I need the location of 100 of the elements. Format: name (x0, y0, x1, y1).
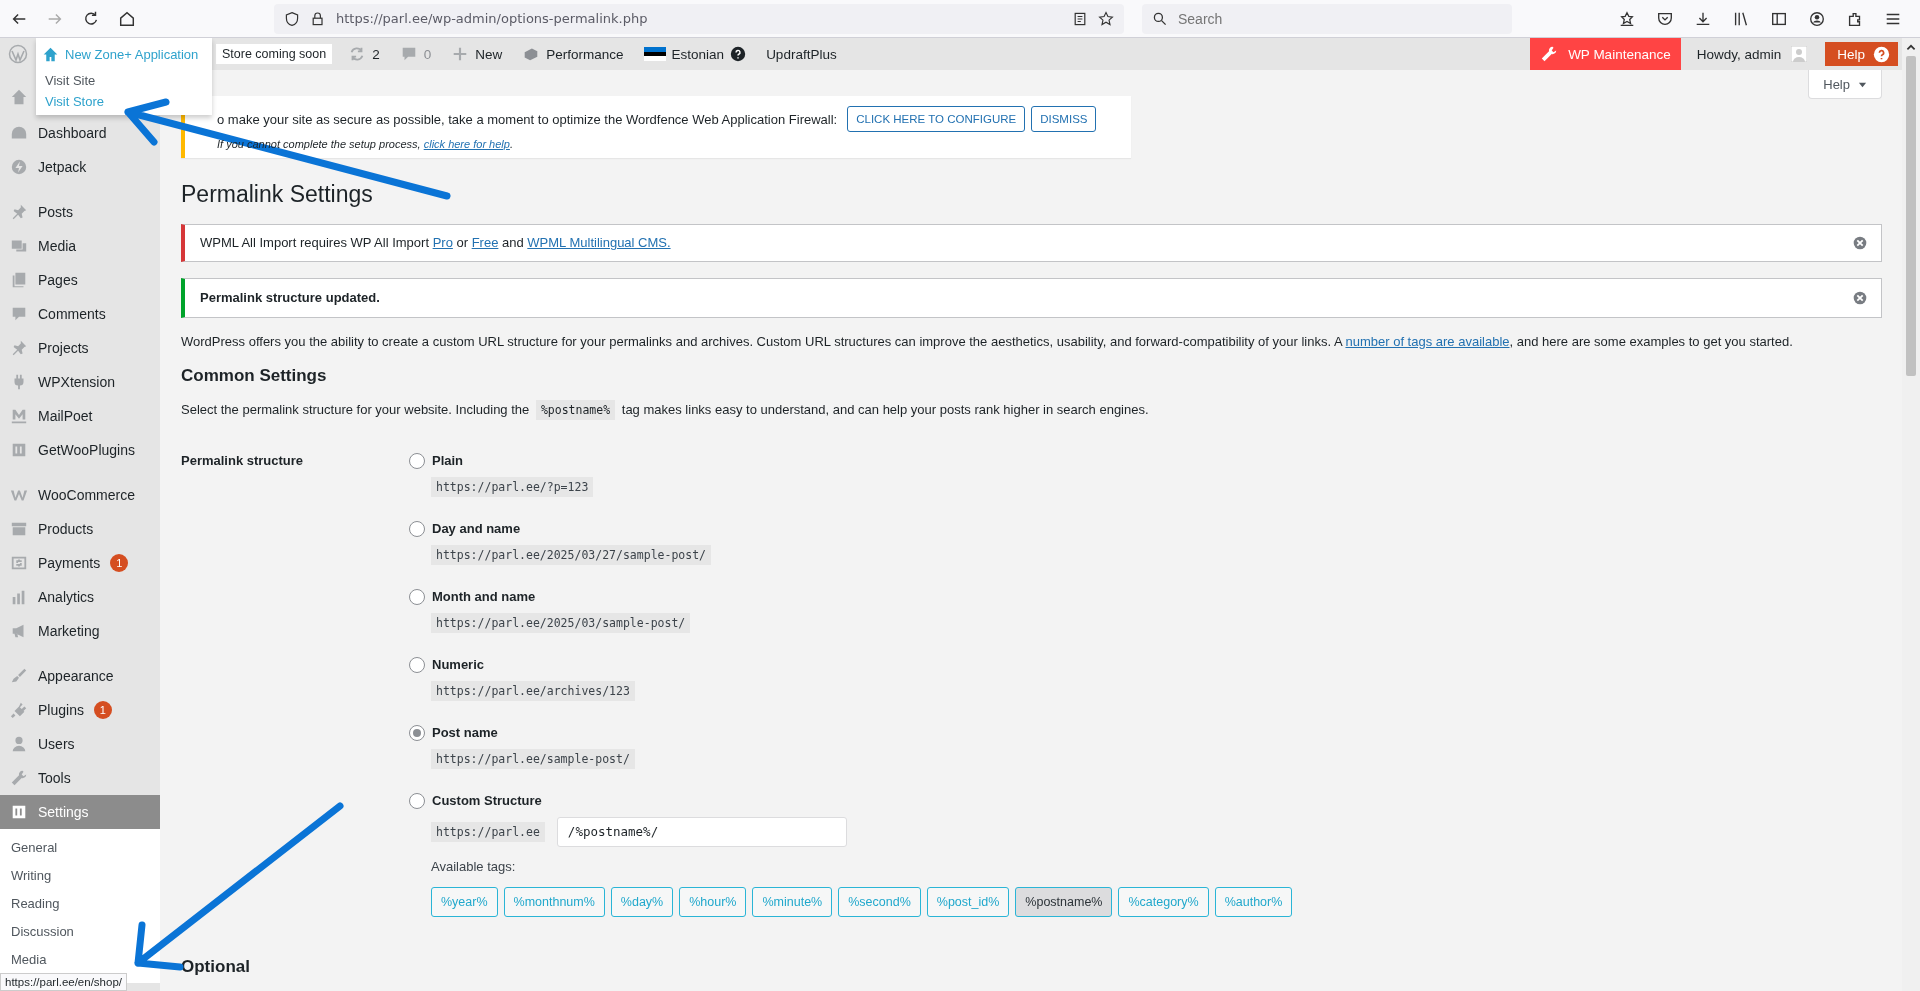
star-icon[interactable] (1098, 10, 1114, 27)
search-field[interactable]: Search (1142, 3, 1512, 34)
star-list-icon[interactable] (1618, 9, 1636, 28)
submenu-item[interactable]: Reading (0, 892, 160, 920)
page-title: Permalink Settings (181, 180, 374, 209)
radio-button[interactable] (409, 724, 425, 741)
letter-m-icon (10, 407, 28, 425)
sidebar-item[interactable]: Plugins 1 (0, 693, 160, 727)
sidebar-item[interactable]: Products (0, 512, 160, 546)
shield-icon[interactable] (284, 10, 300, 27)
url-example: https://parl.ee/2025/03/sample-post/ (431, 612, 691, 633)
updates-link[interactable]: 2 (344, 45, 384, 63)
sliders-icon (10, 441, 28, 459)
sidebar-item[interactable]: Users (0, 727, 160, 761)
help-tab[interactable]: Help (1808, 70, 1882, 99)
notice-text: WPML All Import requires WP All Import Pro or Free and WPML Multilingual CMS. (200, 235, 671, 251)
box-icon (10, 520, 28, 538)
notice-text: Permalink structure updated. (200, 290, 380, 306)
pin-icon (10, 203, 28, 221)
sidebar-item[interactable]: Tools (0, 761, 160, 795)
notice-link[interactable]: Pro (432, 235, 453, 251)
account-icon[interactable] (1808, 9, 1826, 28)
account-link[interactable]: Howdy, admin (1692, 46, 1812, 62)
new-content-link[interactable]: New (447, 45, 507, 63)
notice-link[interactable]: WPML Multilingual CMS. (527, 235, 671, 251)
person-icon (10, 735, 28, 753)
url-example: https://parl.ee/sample-post/ (431, 748, 635, 769)
count-badge: 1 (110, 554, 129, 572)
section-heading: Optional (181, 956, 251, 977)
help-button[interactable]: Help (1825, 42, 1898, 66)
sidebar-item[interactable]: Posts (0, 195, 160, 229)
tags-label: Available tags: (431, 858, 516, 874)
reader-view-icon[interactable] (1072, 10, 1088, 27)
wrench-icon (10, 769, 28, 787)
reload-icon[interactable] (82, 9, 100, 28)
radio-option[interactable]: Numeric (409, 656, 485, 673)
count-badge: 1 (93, 701, 112, 719)
radio-button[interactable] (409, 588, 425, 605)
radio-option[interactable]: Post name (409, 724, 498, 741)
sidebar-item[interactable]: Dashboard (0, 116, 160, 150)
status-url: https://parl.ee/en/shop/ (0, 973, 127, 991)
flag-icon (643, 47, 666, 61)
sidebar-item[interactable]: Payments 1 (0, 546, 160, 580)
sidebar-item[interactable]: Comments (0, 297, 160, 331)
submenu-item[interactable]: General (0, 836, 160, 864)
updraftplus-link[interactable]: UpdraftPlus (762, 46, 841, 62)
radio-button[interactable] (409, 520, 425, 537)
notice-text: o make your site as secure as possible, take a moment to optimize the Wordfence Web Application Firewall: (217, 111, 838, 127)
sidebar-item[interactable]: WooCommerce (0, 478, 160, 512)
address-bar[interactable]: https://parl.ee/wp-admin/options-permalink.php (274, 3, 1124, 34)
submenu-item[interactable]: Discussion (0, 920, 160, 948)
radio-button[interactable] (409, 792, 425, 809)
sidebar-item[interactable]: Marketing (0, 614, 160, 648)
speech-bubble-icon (10, 305, 28, 323)
sidebar-item[interactable]: Media (0, 229, 160, 263)
sidebar-item[interactable]: Analytics (0, 580, 160, 614)
intro-text: WordPress offers you the ability to create a custom URL structure for your permalinks and archives. Custom URL structures can improve the aesthetics, usability, and forward-compatibility of your links. A number of tags are available, and here are some examples to get you started. (181, 333, 1794, 349)
tag-button[interactable]: %postname% (1015, 886, 1113, 917)
radio-button[interactable] (409, 656, 425, 673)
pin-icon (10, 339, 28, 357)
dropdown-item[interactable]: Visit Site (36, 70, 212, 91)
sidebar-item[interactable]: GetWooPlugins (0, 433, 160, 467)
notice-button[interactable]: DISMISS (1031, 106, 1097, 132)
sidebar-item[interactable]: Jetpack (0, 150, 160, 184)
radio-option[interactable]: Plain (409, 452, 464, 469)
store-status-badge: Store coming soon (216, 44, 333, 64)
help-link[interactable]: click here for help (423, 138, 510, 150)
submenu-item[interactable]: Media (0, 948, 160, 976)
radio-button[interactable] (409, 452, 425, 469)
notice-button[interactable]: CLICK HERE TO CONFIGURE (847, 106, 1026, 132)
home-icon[interactable] (118, 9, 136, 28)
help-circle-icon (730, 46, 747, 62)
radio-option[interactable]: Day and name (409, 520, 521, 537)
url-prefix: https://parl.ee (431, 821, 545, 842)
pages-icon (10, 271, 28, 289)
tags-link[interactable]: number of tags are available (1345, 333, 1510, 349)
avatar-icon (1791, 46, 1808, 62)
sidebar-item[interactable]: WPXtension (0, 365, 160, 399)
submenu-item[interactable]: Writing (0, 864, 160, 892)
notice-link[interactable]: Free (471, 235, 499, 251)
scrollbar-thumb[interactable] (1906, 56, 1916, 376)
sidebar-item[interactable]: MailPoet (0, 399, 160, 433)
sidebar-item[interactable]: Pages (0, 263, 160, 297)
sliders-icon (10, 803, 28, 821)
performance-link[interactable]: Performance (518, 45, 628, 63)
radio-option[interactable]: Month and name (409, 588, 536, 605)
radio-option[interactable]: Custom Structure (409, 792, 542, 809)
bolt-icon (10, 158, 28, 176)
search-icon (1152, 10, 1168, 27)
house-icon (42, 45, 59, 63)
language-link[interactable]: Estonian (639, 46, 751, 62)
sidebar-item[interactable]: Appearance (0, 659, 160, 693)
section-heading: Common Settings (181, 365, 328, 386)
search-input[interactable]: Search (1176, 9, 1480, 28)
sidebar-item[interactable]: Projects (0, 331, 160, 365)
wrench-icon (1540, 45, 1559, 63)
address-text: https://parl.ee/wp-admin/options-permalink.php (336, 11, 648, 26)
section-description: Select the permalink structure for your website. Including the %postname% tag makes links easy to understand, and can help your posts rank higher in search engines. (181, 401, 1882, 417)
plug-icon (10, 701, 28, 719)
structure-input[interactable]: /%postname%/ (556, 816, 847, 847)
